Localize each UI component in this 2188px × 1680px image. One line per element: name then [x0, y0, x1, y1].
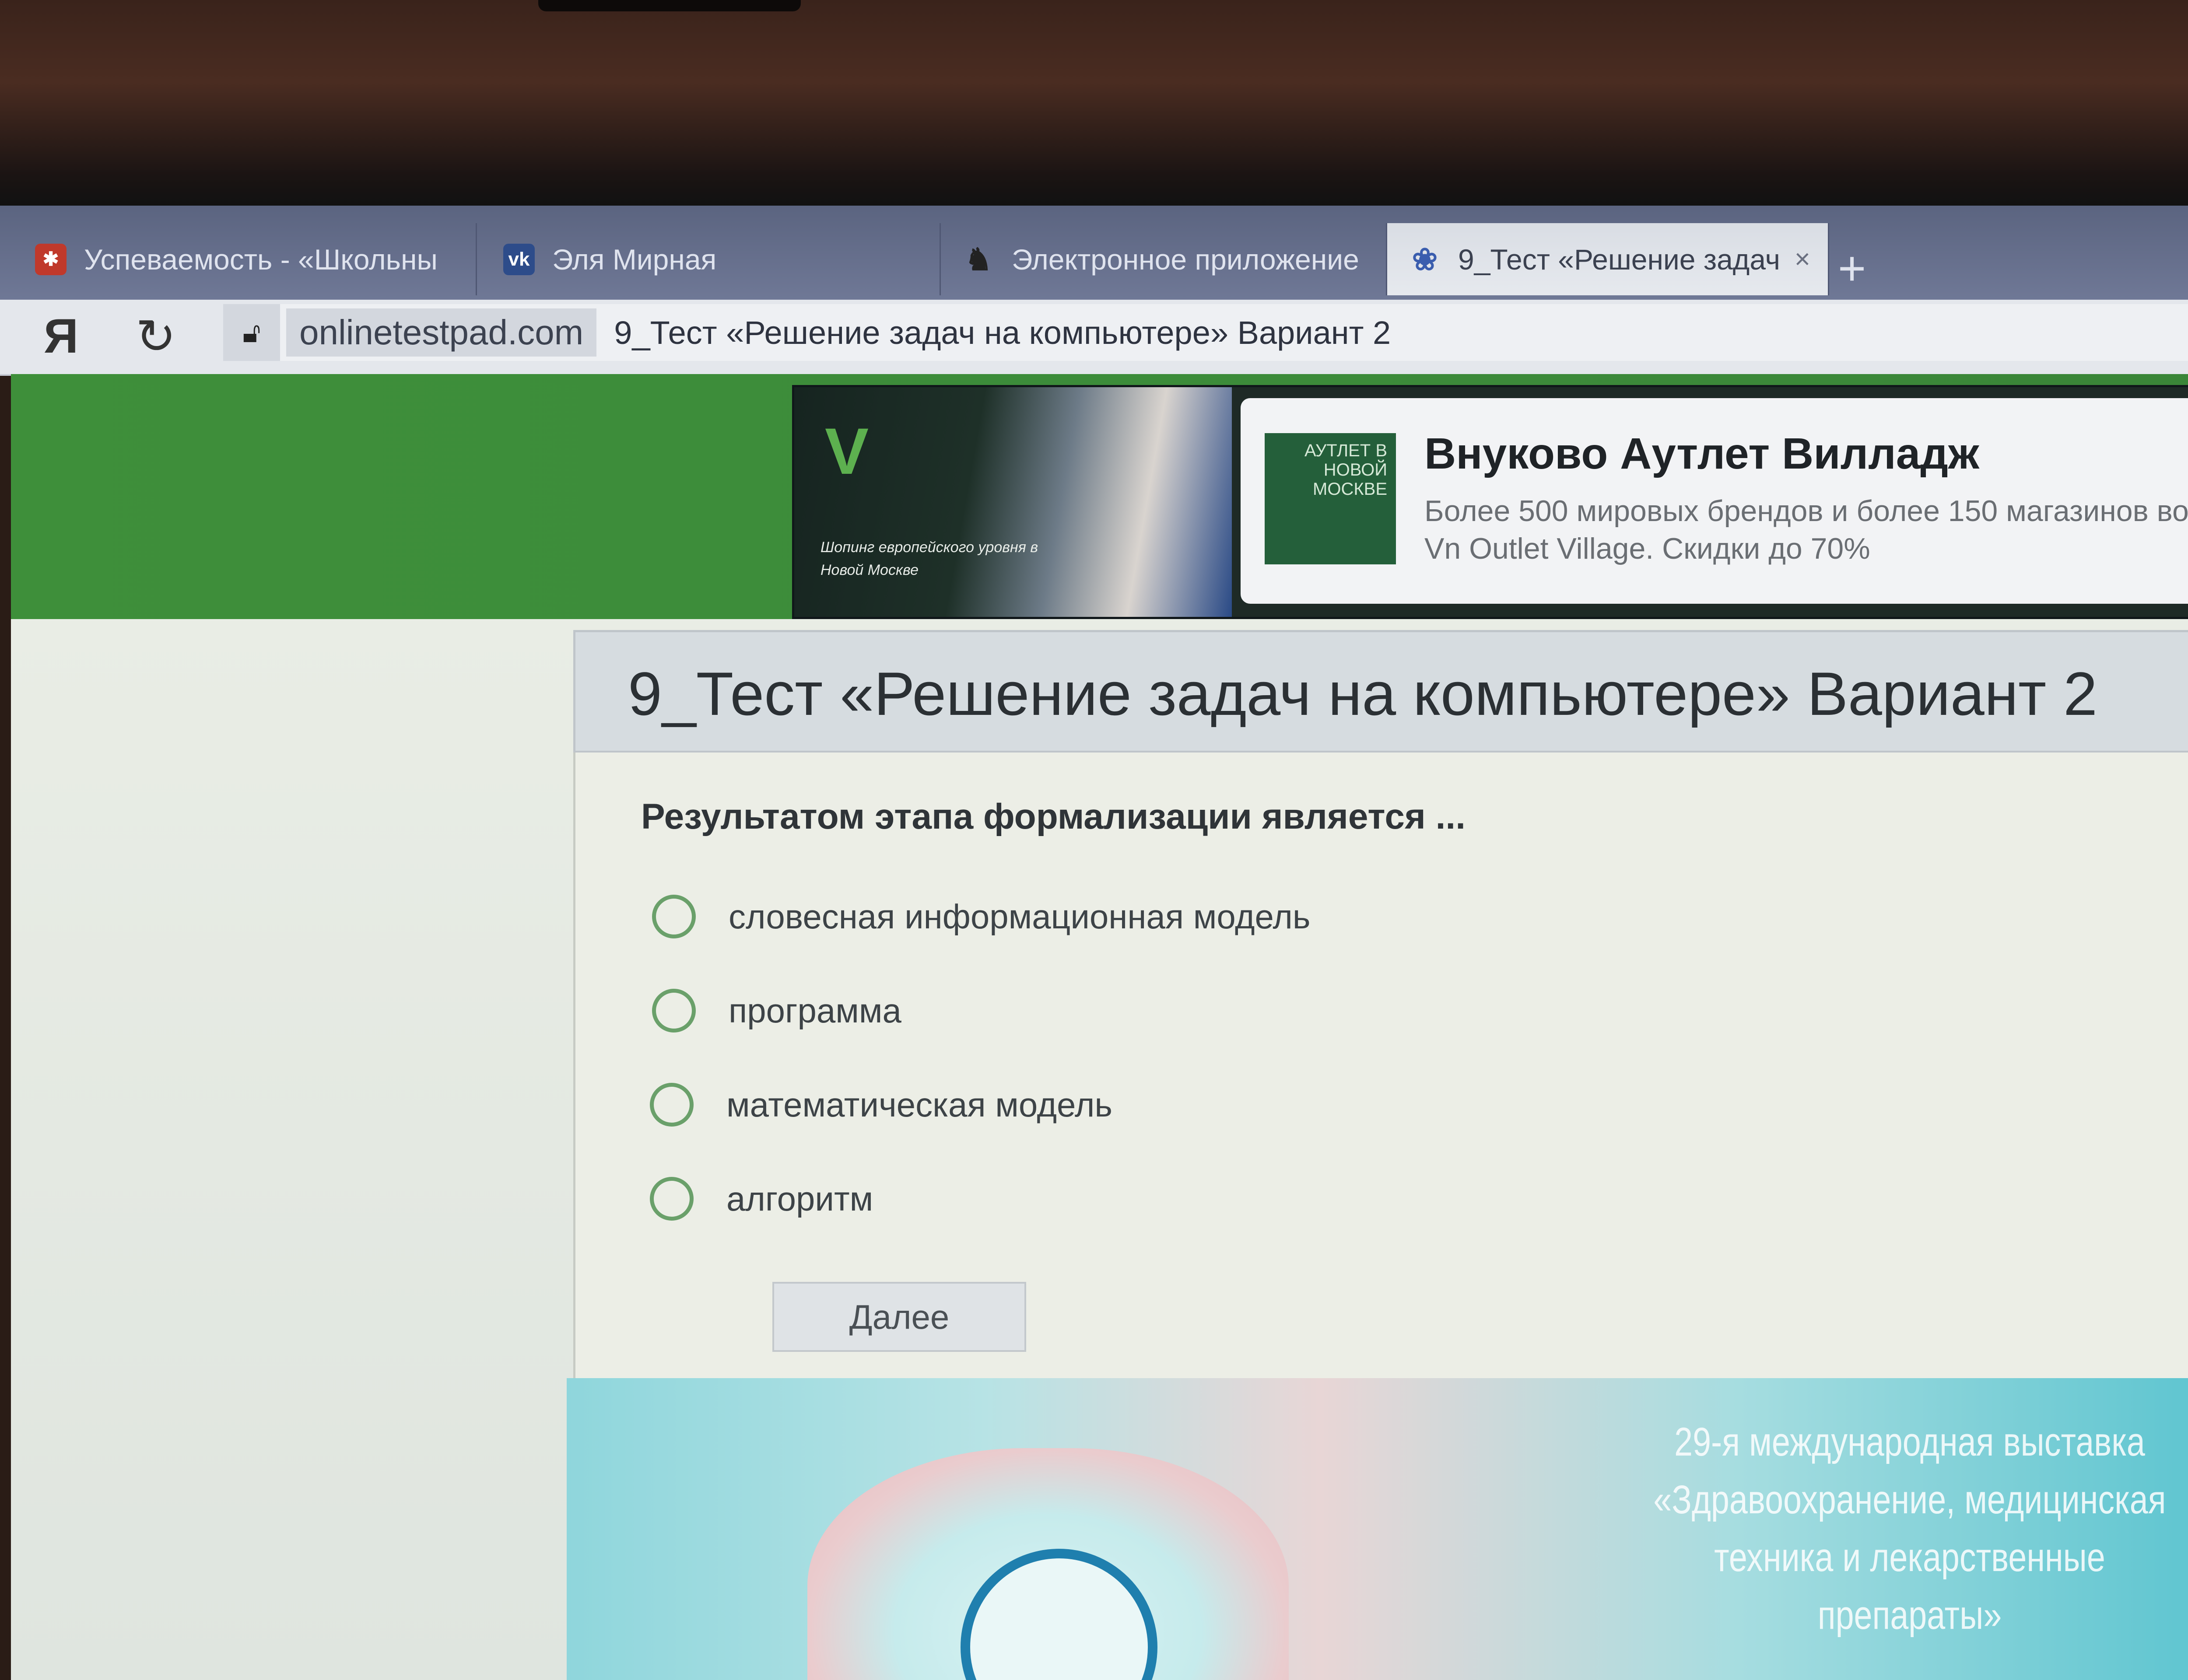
new-tab-button[interactable]: + — [1838, 241, 1866, 296]
next-button[interactable]: Далее — [772, 1282, 1026, 1352]
vk-icon: vk — [503, 243, 535, 275]
tab-label: Электронное приложение — [1012, 243, 1359, 276]
option-label[interactable]: программа — [729, 991, 901, 1031]
screen: ✱ Успеваемость - «Школьны vk Эля Мирная … — [0, 0, 2188, 1680]
app-icon: ♞ — [964, 242, 992, 276]
address-bar-row: Я ↻ 🔓︎ onlinetestpad.com 9_Тест «Решение… — [0, 300, 2188, 376]
ad-logo-icon: V — [825, 414, 869, 488]
health-exhibition-ad[interactable]: 29-я международная выставка «Здравоохран… — [567, 1378, 2188, 1680]
tab-test[interactable]: ❀ 9_Тест «Решение задач × — [1387, 223, 1829, 295]
ad-card[interactable]: АУТЛЕТ В НОВОЙ МОСКВЕ Внуково Аутлет Вил… — [1241, 398, 2188, 604]
school-icon: ✱ — [35, 243, 67, 275]
close-tab-icon[interactable]: × — [1795, 244, 1810, 275]
reload-icon[interactable]: ↻ — [136, 308, 176, 364]
domain-label: onlinetestpad.com — [286, 308, 597, 357]
ad-slogan: Шопинг европейского уровня в Новой Москв… — [820, 539, 1038, 578]
bezel-camera — [538, 0, 801, 11]
test-header: 9_Тест «Решение задач на компьютере» Вар… — [573, 630, 2188, 752]
option-label[interactable]: алгоритм — [726, 1179, 873, 1219]
tab-label: 9_Тест «Решение задач — [1458, 243, 1780, 276]
option-label[interactable]: словесная информационная модель — [729, 897, 1310, 937]
question-text: Результатом этапа формализации является … — [641, 797, 1466, 836]
ad-description: Более 500 мировых брендов и более 150 ма… — [1424, 494, 2188, 565]
radio-button[interactable] — [652, 989, 696, 1032]
tab-app[interactable]: ♞ Электронное приложение — [941, 223, 1387, 295]
tab-school[interactable]: ✱ Успеваемость - «Школьны — [0, 223, 477, 295]
ad-headline[interactable]: Внуково Аутлет Вилладж — [1424, 429, 1979, 479]
url-field[interactable]: 🔓︎ onlinetestpad.com 9_Тест «Решение зад… — [223, 304, 2188, 361]
laptop-bezel — [0, 0, 2188, 206]
ad-photo: V Шопинг европейского уровня в Новой Мос… — [794, 387, 1232, 617]
health-ad-text: 29-я международная выставка «Здравоохран… — [1653, 1420, 2166, 1638]
tab-label: Эля Мирная — [552, 243, 717, 276]
tab-strip: ✱ Успеваемость - «Школьны vk Эля Мирная … — [0, 206, 2188, 300]
answer-option[interactable]: программа — [652, 984, 901, 1037]
radio-button[interactable] — [650, 1083, 694, 1127]
url-page-title: 9_Тест «Решение задач на компьютере» Вар… — [614, 314, 1391, 351]
lock-icon[interactable]: 🔓︎ — [223, 304, 280, 361]
ad-banner[interactable]: V Шопинг европейского уровня в Новой Мос… — [792, 385, 2188, 619]
tab-label: Успеваемость - «Школьны — [84, 243, 438, 276]
test-title: 9_Тест «Решение задач на компьютере» Вар… — [628, 659, 2097, 728]
answer-option[interactable]: математическая модель — [650, 1078, 1112, 1131]
yandex-button[interactable]: Я — [44, 308, 78, 364]
tab-vk[interactable]: vk Эля Мирная — [477, 223, 941, 295]
option-label[interactable]: математическая модель — [726, 1085, 1112, 1125]
ad-thumbnail: АУТЛЕТ В НОВОЙ МОСКВЕ — [1265, 433, 1396, 564]
radio-button[interactable] — [652, 895, 696, 938]
answer-option[interactable]: словесная информационная модель — [652, 890, 1310, 943]
test-body: Результатом этапа формализации является … — [573, 752, 2188, 1378]
answer-option[interactable]: алгоритм — [650, 1172, 873, 1225]
radio-button[interactable] — [650, 1177, 694, 1221]
test-icon: ❀ — [1412, 242, 1438, 276]
